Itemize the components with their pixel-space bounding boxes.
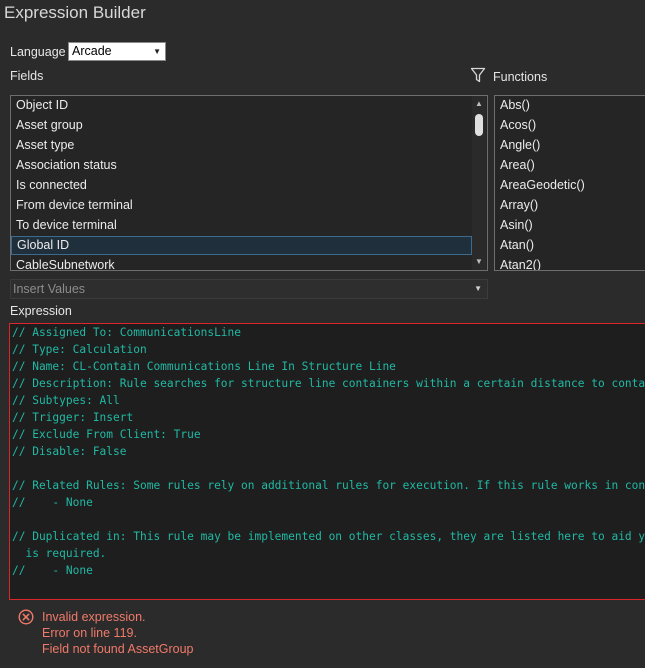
insert-values-dropdown[interactable]: Insert Values ▼	[10, 279, 488, 299]
insert-values-placeholder: Insert Values	[13, 282, 86, 296]
error-icon	[18, 609, 34, 625]
code-line: // Subtypes: All	[12, 394, 120, 407]
code-line: // - None	[12, 564, 93, 577]
error-detail-field: Field not found AssetGroup	[42, 642, 194, 656]
function-item[interactable]: Area()	[495, 156, 535, 175]
fields-scrollbar[interactable]: ▲ ▼	[472, 96, 486, 270]
code-line: // Name: CL-Contain Communications Line …	[12, 360, 396, 373]
functions-list[interactable]: Abs() Acos() Angle() Area() AreaGeodetic…	[494, 95, 645, 271]
code-line: // Trigger: Insert	[12, 411, 134, 424]
scrollbar-thumb[interactable]	[475, 114, 483, 136]
fields-label: Fields	[10, 69, 44, 83]
field-item[interactable]: To device terminal	[11, 216, 472, 235]
field-item[interactable]: Is connected	[11, 176, 472, 195]
function-item[interactable]: Abs()	[495, 96, 530, 115]
expression-editor[interactable]: // Assigned To: CommunicationsLine // Ty…	[9, 323, 645, 600]
field-item[interactable]: CableSubnetwork	[11, 256, 472, 270]
chevron-down-icon: ▼	[153, 47, 161, 56]
code-line: // Type: Calculation	[12, 343, 147, 356]
language-label: Language	[10, 45, 66, 59]
code-line: is required.	[12, 547, 107, 560]
window-title: Expression Builder	[4, 3, 146, 22]
field-item[interactable]: Association status	[11, 156, 472, 175]
field-item[interactable]: Asset type	[11, 136, 472, 155]
functions-label: Functions	[493, 70, 548, 84]
error-message: Invalid expression.	[42, 610, 146, 624]
field-item[interactable]: Object ID	[11, 96, 472, 115]
error-detail-line: Error on line 119.	[42, 626, 137, 640]
code-line: // Exclude From Client: True	[12, 428, 201, 441]
function-item[interactable]: Array()	[495, 196, 538, 215]
fields-list[interactable]: Object ID Asset group Asset type Associa…	[10, 95, 488, 271]
expression-label: Expression	[10, 304, 72, 318]
code-line: // Disable: False	[12, 445, 127, 458]
field-item-selected[interactable]: Global ID	[11, 236, 472, 255]
chevron-down-icon[interactable]: ▼	[472, 255, 486, 269]
language-selected-value: Arcade	[72, 44, 112, 58]
function-item[interactable]: Atan()	[495, 236, 534, 255]
filter-icon[interactable]	[470, 67, 486, 83]
function-item[interactable]: AreaGeodetic()	[495, 176, 585, 195]
code-line: // Related Rules: Some rules rely on add…	[12, 479, 645, 492]
function-item[interactable]: Asin()	[495, 216, 533, 235]
function-item[interactable]: Atan2()	[495, 256, 541, 270]
chevron-up-icon[interactable]: ▲	[472, 97, 486, 111]
code-line: // - None	[12, 496, 93, 509]
function-item[interactable]: Acos()	[495, 116, 536, 135]
function-item[interactable]: Angle()	[495, 136, 540, 155]
chevron-down-icon: ▼	[474, 284, 482, 293]
language-select[interactable]: Arcade ▼	[68, 42, 166, 61]
field-item[interactable]: Asset group	[11, 116, 472, 135]
code-line: // Description: Rule searches for struct…	[12, 377, 645, 390]
code-line: // Assigned To: CommunicationsLine	[12, 326, 242, 339]
code-line: // Duplicated in: This rule may be imple…	[12, 530, 645, 543]
field-item[interactable]: From device terminal	[11, 196, 472, 215]
